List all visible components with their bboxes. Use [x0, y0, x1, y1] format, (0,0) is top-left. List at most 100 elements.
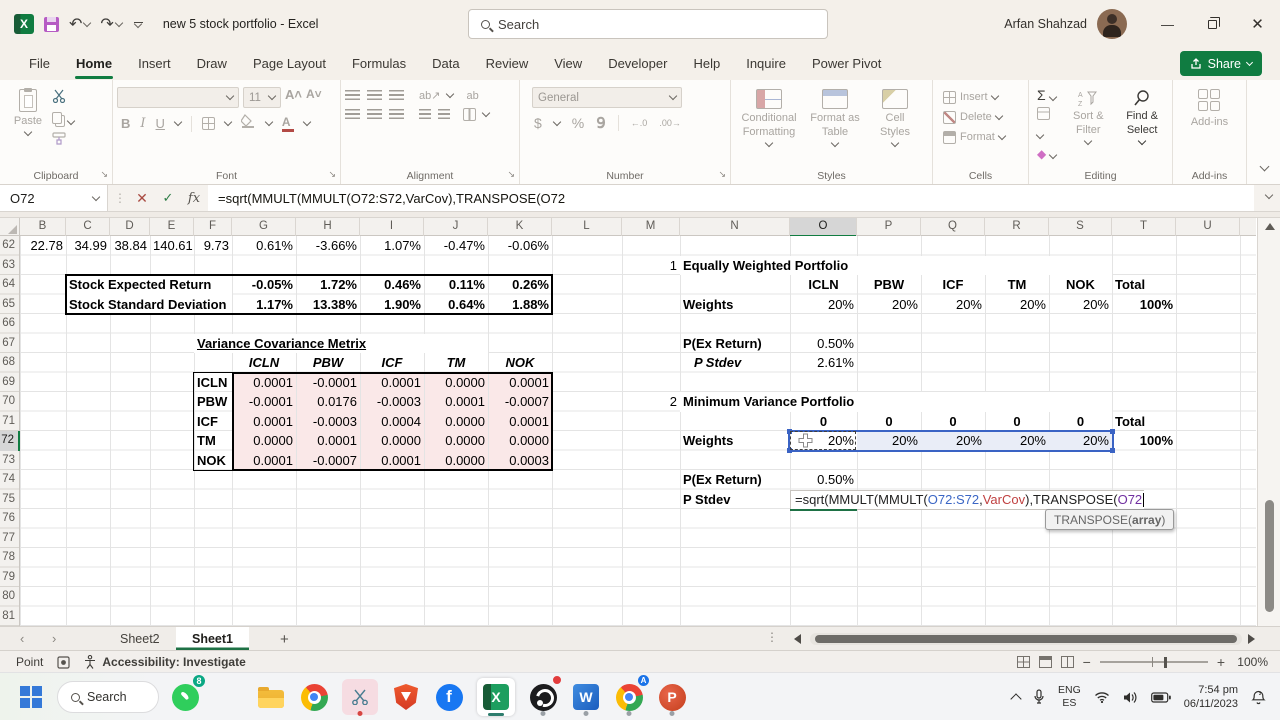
cell-K70[interactable]: -0.0007 — [488, 392, 552, 412]
cell-O74[interactable]: 0.50% — [790, 470, 857, 490]
paste-button[interactable]: Paste — [4, 87, 52, 150]
scroll-right-icon[interactable] — [1248, 634, 1255, 644]
column-header-O[interactable]: O — [790, 218, 857, 237]
cell-K65[interactable]: 1.88% — [488, 295, 552, 315]
autosum-button[interactable]: Σ — [1037, 87, 1060, 103]
align-top-icon[interactable] — [345, 90, 360, 101]
cell-P65[interactable]: 20% — [857, 295, 921, 315]
excel-taskbar-button[interactable]: X — [475, 677, 517, 717]
cell-H70[interactable]: 0.0176 — [296, 392, 360, 412]
avatar[interactable] — [1097, 9, 1127, 39]
cell-G62[interactable]: 0.61% — [232, 236, 296, 256]
cell-C65[interactable]: Stock Standard Deviation — [66, 294, 232, 314]
cell-S71[interactable]: 0 — [1049, 412, 1112, 432]
start-button[interactable] — [14, 677, 48, 717]
cell-S72[interactable]: 20% — [1049, 431, 1112, 451]
row-header-70[interactable]: 70 — [0, 392, 19, 412]
cell-G70[interactable]: -0.0001 — [232, 392, 296, 412]
row-header-67[interactable]: 67 — [0, 334, 19, 354]
word-button[interactable]: W — [569, 677, 603, 717]
column-header-J[interactable]: J — [424, 218, 488, 236]
cell-F70[interactable]: PBW — [194, 392, 232, 412]
macro-record-icon[interactable] — [57, 655, 70, 669]
row-header-71[interactable]: 71 — [0, 412, 19, 432]
column-header-R[interactable]: R — [985, 218, 1049, 236]
cell-styles-button[interactable]: Cell Styles — [867, 87, 923, 166]
cell-E62[interactable]: 140.61 — [150, 236, 194, 256]
brave-button[interactable] — [389, 677, 423, 717]
align-bottom-icon[interactable] — [389, 90, 404, 101]
cell-G65[interactable]: 1.17% — [232, 295, 296, 315]
cell-G64[interactable]: -0.05% — [232, 275, 296, 295]
restore-button[interactable] — [1190, 0, 1235, 48]
find-select-button[interactable]: Find & Select — [1116, 87, 1168, 166]
enter-icon[interactable]: ✓ — [156, 185, 180, 211]
vertical-scroll-thumb[interactable] — [1265, 500, 1274, 612]
row-header-72[interactable]: 72 — [0, 431, 20, 451]
prev-sheet-button[interactable]: ‹ — [20, 631, 24, 646]
clipboard-dialog-launcher[interactable]: ↘ — [100, 169, 108, 180]
font-name-combo[interactable] — [117, 87, 239, 108]
font-size-combo[interactable]: 11 — [243, 87, 281, 108]
cell-K64[interactable]: 0.26% — [488, 275, 552, 295]
normal-view-icon[interactable] — [1016, 656, 1030, 668]
cell-K71[interactable]: 0.0001 — [488, 412, 552, 432]
cell-J69[interactable]: 0.0000 — [424, 373, 488, 393]
formula-input[interactable]: =sqrt(MMULT(MMULT(O72:S72,VarCov),TRANSP… — [208, 185, 1254, 211]
cell-I70[interactable]: -0.0003 — [360, 392, 424, 412]
wifi-icon[interactable] — [1094, 691, 1110, 703]
cell-F67[interactable]: Variance Covariance Metrix — [194, 333, 488, 353]
cell-O71[interactable]: 0 — [790, 412, 857, 432]
decrease-indent-icon[interactable] — [419, 109, 431, 120]
number-format-combo[interactable]: General — [532, 87, 682, 108]
align-right-icon[interactable] — [389, 109, 404, 120]
cell-G72[interactable]: 0.0000 — [232, 431, 296, 451]
row-header-65[interactable]: 65 — [0, 295, 19, 315]
zoom-slider[interactable] — [1099, 656, 1208, 668]
name-box[interactable]: O72 — [0, 185, 108, 211]
column-header-U[interactable]: U — [1176, 218, 1240, 236]
cell-G68[interactable]: ICLN — [232, 353, 296, 373]
cell-R65[interactable]: 20% — [985, 295, 1049, 315]
cell-H72[interactable]: 0.0001 — [296, 431, 360, 451]
cell-N72[interactable]: Weights — [680, 431, 790, 451]
insert-cells-button[interactable]: Insert — [943, 87, 1024, 107]
cell-O65[interactable]: 20% — [790, 295, 857, 315]
scroll-left-icon[interactable] — [794, 634, 801, 644]
cell-K72[interactable]: 0.0000 — [488, 431, 552, 451]
cell-N63[interactable]: Equally Weighted Portfolio — [680, 255, 1112, 275]
row-header-64[interactable]: 64 — [0, 275, 19, 295]
comma-style-button[interactable]: 𝟫 — [596, 114, 606, 132]
cell-N65[interactable]: Weights — [680, 295, 790, 315]
cell-G71[interactable]: 0.0001 — [232, 412, 296, 432]
chrome-profile-button[interactable]: A — [612, 673, 651, 717]
row-header-75[interactable]: 75 — [0, 490, 19, 510]
cell-O75-formula[interactable]: =sqrt(MMULT(MMULT(O72:S72, VarCov),TRANSP… — [790, 489, 1145, 510]
format-as-table-button[interactable]: Format as Table — [803, 87, 867, 166]
share-button[interactable]: Share — [1179, 51, 1262, 76]
cell-I69[interactable]: 0.0001 — [360, 373, 424, 393]
percent-style-button[interactable]: % — [572, 115, 584, 131]
wrap-text-button[interactable]: ab — [466, 90, 478, 102]
page-break-view-icon[interactable] — [1060, 656, 1074, 668]
copy-button[interactable] — [52, 111, 76, 129]
row-header-80[interactable]: 80 — [0, 587, 19, 607]
cell-M70[interactable]: 2 — [622, 392, 680, 412]
cell-N68[interactable]: P Stdev — [680, 353, 790, 373]
column-header-P[interactable]: P — [857, 218, 921, 236]
row-header-76[interactable]: 76 — [0, 509, 19, 529]
cell-T65[interactable]: 100% — [1112, 295, 1176, 315]
cell-T72[interactable]: 100% — [1112, 431, 1176, 451]
row-header-81[interactable]: 81 — [0, 607, 19, 627]
sheet-grid[interactable]: =sqrt(MMULT(MMULT(O72:S72, VarCov),TRANSP… — [0, 236, 1256, 626]
row-header-66[interactable]: 66 — [0, 314, 19, 334]
align-left-icon[interactable] — [345, 109, 360, 120]
expand-formula-bar-icon[interactable] — [1264, 190, 1274, 200]
delete-cells-button[interactable]: Delete — [943, 107, 1024, 127]
scroll-up-icon[interactable] — [1265, 223, 1275, 230]
fill-button[interactable] — [1035, 107, 1060, 143]
font-dialog-launcher[interactable]: ↘ — [328, 169, 336, 180]
column-header-M[interactable]: M — [622, 218, 680, 236]
row-header-69[interactable]: 69 — [0, 373, 19, 393]
redo-button[interactable]: ↷ — [100, 10, 124, 38]
